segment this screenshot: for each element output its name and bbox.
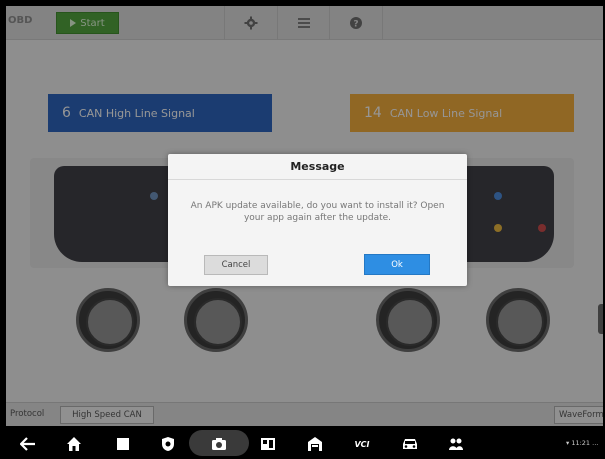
shield-icon [162, 437, 174, 451]
home-icon [67, 437, 81, 451]
camera-icon [212, 438, 226, 450]
vci-button[interactable]: VCI [348, 436, 376, 452]
vci-icon: VCI [354, 439, 370, 449]
screen-icon [261, 438, 275, 450]
users-button[interactable] [448, 436, 464, 452]
home-button[interactable] [66, 436, 82, 452]
vehicle-button[interactable] [402, 436, 418, 452]
system-nav-bar: VCI ▾ 11:21 ... [0, 428, 605, 459]
app-window: OBD Start ? 6 CAN High Line Signal 14 CA… [6, 6, 603, 426]
screen-record-button[interactable] [260, 436, 276, 452]
people-icon [449, 438, 463, 450]
screenshot-button[interactable] [211, 436, 227, 452]
tablet-screen: OBD Start ? 6 CAN High Line Signal 14 CA… [0, 0, 605, 459]
dialog-message: An APK update available, do you want to … [190, 201, 445, 223]
back-icon [20, 437, 35, 451]
back-button[interactable] [20, 436, 36, 452]
cancel-button[interactable]: Cancel [204, 255, 268, 275]
house-icon [308, 437, 322, 451]
car-icon [403, 439, 417, 449]
update-message-dialog: Message An APK update available, do you … [168, 154, 467, 286]
recents-icon [117, 438, 129, 450]
garage-button[interactable] [307, 436, 323, 452]
recents-button[interactable] [115, 436, 131, 452]
system-status: ▾ 11:21 ... [566, 439, 599, 447]
ok-button[interactable]: Ok [364, 254, 430, 275]
dialog-title: Message [168, 154, 467, 180]
shield-button[interactable] [160, 436, 176, 452]
